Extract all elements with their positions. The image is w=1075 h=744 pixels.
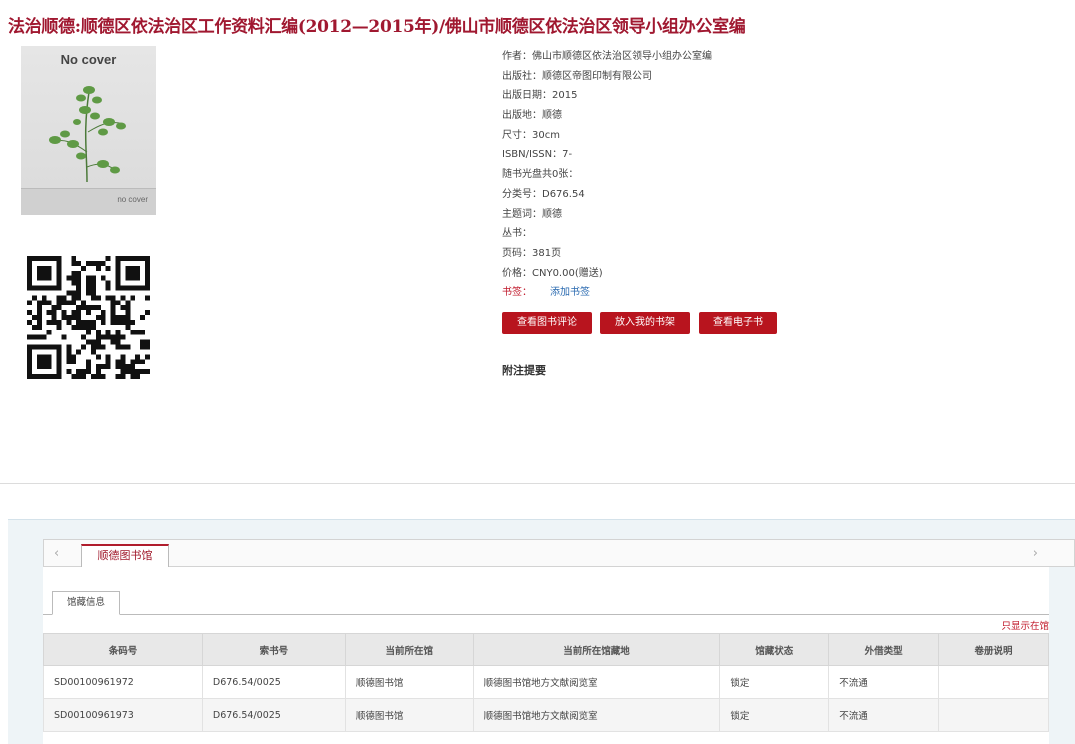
library-tab-bar: ‹ 顺德图书馆 › [43,539,1075,567]
cd-field: 随书光盘共0张： [502,169,579,181]
cell-location: 顺德图书馆地方文献阅览室 [472,698,721,732]
series-field: 丛书： [502,228,532,240]
col-header-library: 当前所在馆 [344,633,474,666]
cell-barcode: SD00100961973 [43,698,203,732]
holdings-table: 条码号 索书号 当前所在馆 当前所在馆藏地 馆藏状态 外借类型 卷册说明 SD0… [43,633,1049,732]
col-header-location: 当前所在馆藏地 [472,633,721,666]
cell-status: 锁定 [719,665,830,699]
pub-date-field: 出版日期：2015 [502,90,578,102]
tab-underline [43,614,1049,615]
holdings-section: ‹ 顺德图书馆 › 馆藏信息 只显示在馆 条码号 索书号 当前所在馆 当前所在馆… [8,519,1075,744]
annotation-heading: 附注提要 [502,364,546,377]
cell-loan-type: 不流通 [828,665,940,699]
col-header-barcode: 条码号 [43,633,203,666]
cell-call-number: D676.54/0025 [201,698,346,732]
table-row: SD00100961972 D676.54/0025 顺德图书馆 顺德图书馆地方… [43,665,1049,699]
cell-volume-note [938,698,1049,732]
pages-field: 页码：381页 [502,247,562,259]
tags-field: 书签： 添加书签 [502,283,1042,303]
col-header-status: 馆藏状态 [719,633,830,666]
tab-library-shunde[interactable]: 顺德图书馆 [81,544,169,567]
only-show-available-link[interactable]: 只显示在馆 [1001,618,1049,632]
cover-title: No cover [60,52,117,67]
col-header-loan-type: 外借类型 [828,633,940,666]
price-field: 价格：CNY0.00(赠送) [502,267,603,279]
add-tag-link[interactable]: 添加书签 [550,287,590,298]
section-divider [0,483,1075,484]
table-header-row: 条码号 索书号 当前所在馆 当前所在馆藏地 馆藏状态 外借类型 卷册说明 [43,633,1049,666]
chevron-right-icon[interactable]: › [1033,546,1038,561]
isbn-field: ISBN/ISSN：7- [502,149,573,161]
subject-field: 主题词：顺德 [502,208,562,220]
table-row: SD00100961973 D676.54/0025 顺德图书馆 顺德图书馆地方… [43,698,1049,732]
view-ebook-button[interactable]: 查看电子书 [699,312,777,334]
cell-library: 顺德图书馆 [344,698,474,732]
col-header-volume-note: 卷册说明 [938,633,1049,666]
cell-call-number: D676.54/0025 [201,665,346,699]
book-title: 法治顺德:顺德区依法治区工作资料汇编(2012—2015年)/佛山市顺德区依法治… [8,17,746,37]
pub-place-field: 出版地：顺德 [502,110,562,122]
book-info: 作者：佛山市顺德区依法治区领导小组办公室编 出版社：顺德区帝图印制有限公司 出版… [502,47,1042,303]
add-to-shelf-button[interactable]: 放入我的书架 [600,312,690,334]
cell-volume-note [938,665,1049,699]
cell-location: 顺德图书馆地方文献阅览室 [472,665,721,699]
view-reviews-button[interactable]: 查看图书评论 [502,312,592,334]
cell-status: 锁定 [719,698,830,732]
holdings-panel: 馆藏信息 只显示在馆 条码号 索书号 当前所在馆 当前所在馆藏地 馆藏状态 外借… [43,567,1049,744]
col-header-call-number: 索书号 [201,633,346,666]
author-field: 作者：佛山市顺德区依法治区领导小组办公室编 [502,51,712,62]
tags-label: 书签： [502,287,532,299]
size-field: 尺寸：30cm [502,129,560,141]
publisher-field: 出版社：顺德区帝图印制有限公司 [502,70,652,82]
book-cover-image: No cover no cover [21,46,156,215]
qr-code-icon [27,256,150,379]
chevron-left-icon[interactable]: ‹ [54,546,59,561]
tab-holdings-info[interactable]: 馆藏信息 [52,591,120,615]
class-no-field: 分类号：D676.54 [502,188,585,200]
plant-icon [49,86,126,183]
cell-library: 顺德图书馆 [344,665,474,699]
cell-barcode: SD00100961972 [43,665,203,699]
cover-subtitle: no cover [117,195,148,204]
cell-loan-type: 不流通 [828,698,940,732]
